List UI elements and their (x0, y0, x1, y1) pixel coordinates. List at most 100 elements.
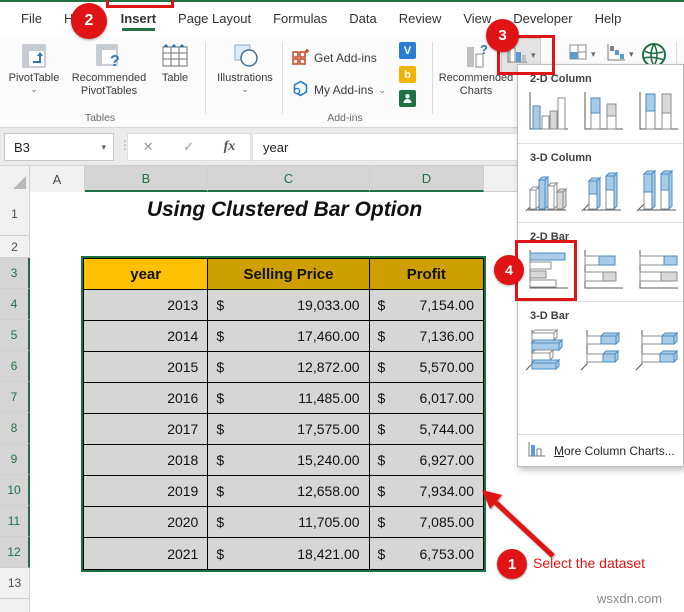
currency-symbol: $ (216, 421, 224, 437)
enter-icon[interactable]: ✓ (183, 139, 194, 155)
stacked-column-option[interactable] (579, 89, 625, 135)
tab-data[interactable]: Data (338, 3, 387, 35)
tab-file[interactable]: File (10, 3, 53, 35)
row-header-5[interactable]: 5 (0, 320, 30, 351)
column-header-d[interactable]: D (370, 166, 484, 192)
table-header-row: year Selling Price Profit (84, 259, 483, 290)
pivottable-button[interactable]: PivotTable ⌄ (6, 40, 62, 94)
row-header-11[interactable]: 11 (0, 506, 30, 537)
cell-profit[interactable]: $6,753.00 (370, 538, 483, 569)
stacked-bar-option[interactable] (579, 247, 625, 293)
watermark: wsxdn.com (597, 591, 662, 606)
cell-selling-price[interactable]: $19,033.00 (208, 290, 369, 321)
cell-profit[interactable]: $7,934.00 (370, 476, 483, 507)
illustrations-button[interactable]: Illustrations ⌄ (212, 40, 278, 94)
cell-profit[interactable]: $5,744.00 (370, 414, 483, 445)
get-addins-button[interactable]: Get Add-ins (292, 48, 377, 68)
sheet-title-cell[interactable]: Using Clustered Bar Option (85, 198, 484, 222)
cell-selling-price[interactable]: $12,872.00 (208, 352, 369, 383)
column-header-b[interactable]: B (85, 166, 208, 192)
formula-value: year (263, 140, 288, 155)
currency-symbol: $ (216, 483, 224, 499)
3d-clustered-column-option[interactable] (524, 168, 570, 214)
my-addins-button[interactable]: My Add-ins ⌄ (292, 80, 386, 100)
row-header-13[interactable]: 13 (0, 568, 30, 599)
data-table: year Selling Price Profit 2013 $19,033.0… (83, 258, 484, 570)
stacked-100-column-option[interactable] (634, 89, 680, 135)
3d-stacked-100-bar-option[interactable] (634, 326, 680, 372)
chevron-down-icon: ⌄ (30, 85, 38, 94)
bing-addin-icon[interactable]: b (399, 66, 416, 83)
cell-profit[interactable]: $7,154.00 (370, 290, 483, 321)
svg-text:?: ? (480, 42, 488, 57)
cell-year[interactable]: 2015 (84, 352, 208, 383)
column-header-a[interactable]: A (30, 166, 85, 192)
cell-year[interactable]: 2020 (84, 507, 208, 538)
cell-b3-year-header[interactable]: year (84, 259, 208, 290)
cancel-icon[interactable]: ✕ (143, 139, 154, 155)
cell-value: 11,705.00 (298, 514, 359, 530)
cell-selling-price[interactable]: $11,705.00 (208, 507, 369, 538)
insert-column-chart-button[interactable]: ▾ 3 (501, 38, 541, 73)
people-addin-icon[interactable] (399, 90, 416, 107)
row-header-4[interactable]: 4 (0, 289, 30, 320)
clustered-bar-option[interactable]: 4 (524, 247, 570, 293)
tab-formulas[interactable]: Formulas (262, 3, 338, 35)
cell-selling-price[interactable]: $18,421.00 (208, 538, 369, 569)
cell-year[interactable]: 2018 (84, 445, 208, 476)
3d-stacked-bar-option[interactable] (579, 326, 625, 372)
table-row: 2017 $17,575.00 $5,744.00 (84, 414, 483, 445)
table-icon (160, 40, 190, 72)
cell-year[interactable]: 2019 (84, 476, 208, 507)
select-all-button[interactable] (0, 166, 30, 192)
row-header-10[interactable]: 10 (0, 475, 30, 506)
dropdown-arrow-icon: ▾ (591, 50, 596, 59)
column-header-c[interactable]: C (208, 166, 370, 192)
row-header-3[interactable]: 3 (0, 258, 30, 289)
insert-function-icon[interactable]: fx (224, 139, 236, 155)
cell-profit[interactable]: $7,085.00 (370, 507, 483, 538)
cell-year[interactable]: 2016 (84, 383, 208, 414)
row-header-1[interactable]: 1 (0, 192, 30, 236)
row-header-12[interactable]: 12 (0, 537, 30, 568)
cell-d3-profit-header[interactable]: Profit (370, 259, 483, 290)
name-box[interactable]: B3 ▾ (4, 133, 114, 161)
cell-selling-price[interactable]: $12,658.00 (208, 476, 369, 507)
group-divider (432, 42, 433, 114)
cell-c3-selling-price-header[interactable]: Selling Price (208, 259, 369, 290)
cell-profit[interactable]: $7,136.00 (370, 321, 483, 352)
cell-selling-price[interactable]: $17,460.00 (208, 321, 369, 352)
visio-addin-icon[interactable]: V (399, 42, 416, 59)
stacked-100-bar-option[interactable] (634, 247, 680, 293)
cell-selling-price[interactable]: $17,575.00 (208, 414, 369, 445)
more-column-charts-item[interactable]: More Column Charts... (518, 434, 683, 466)
cell-profit[interactable]: $6,927.00 (370, 445, 483, 476)
cell-profit[interactable]: $6,017.00 (370, 383, 483, 414)
row-header-2[interactable]: 2 (0, 236, 30, 258)
3d-clustered-bar-option[interactable] (524, 326, 570, 372)
table-button[interactable]: Table (152, 40, 198, 85)
tab-page-layout[interactable]: Page Layout (167, 3, 262, 35)
cell-profit[interactable]: $5,570.00 (370, 352, 483, 383)
row-header-9[interactable]: 9 (0, 444, 30, 475)
cell-value: 7,154.00 (420, 297, 475, 313)
clustered-column-option[interactable] (524, 89, 570, 135)
tab-review[interactable]: Review (388, 3, 453, 35)
cell-year[interactable]: 2014 (84, 321, 208, 352)
cell-selling-price[interactable]: $11,485.00 (208, 383, 369, 414)
cell-year[interactable]: 2021 (84, 538, 208, 569)
row-header-6[interactable]: 6 (0, 351, 30, 382)
cell-year[interactable]: 2017 (84, 414, 208, 445)
cell-year[interactable]: 2013 (84, 290, 208, 321)
row-header-8[interactable]: 8 (0, 413, 30, 444)
3d-stacked-column-option[interactable] (579, 168, 625, 214)
row-header-7[interactable]: 7 (0, 382, 30, 413)
my-addins-icon (292, 80, 309, 100)
recommended-pivottables-button[interactable]: ? Recommended PivotTables (64, 40, 154, 97)
illustrations-icon (230, 40, 260, 72)
cell-selling-price[interactable]: $15,240.00 (208, 445, 369, 476)
cell-value: 5,744.00 (420, 421, 475, 437)
currency-symbol: $ (378, 546, 386, 562)
tab-help[interactable]: Help (584, 3, 633, 35)
3d-stacked-100-column-option[interactable] (634, 168, 680, 214)
